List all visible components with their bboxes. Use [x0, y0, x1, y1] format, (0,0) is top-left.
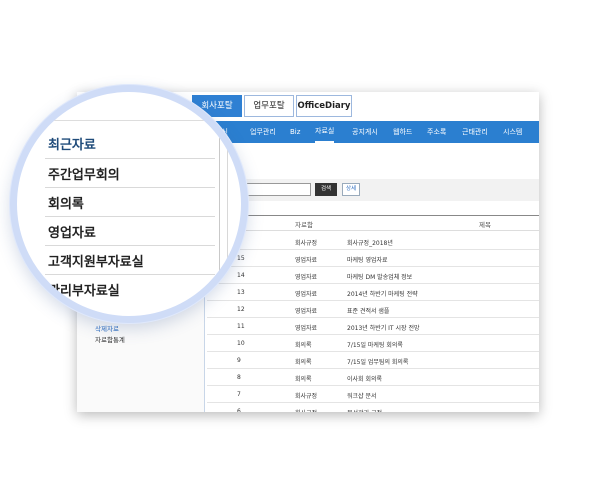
row-category: 영업자료 [295, 325, 318, 332]
magnified-item-recent[interactable]: 최근자료 [48, 134, 238, 153]
column-header-title: 제목 [479, 221, 491, 229]
nav-item-1[interactable]: 업무관리 [250, 121, 276, 143]
row-number: 6 [237, 408, 241, 412]
nav-item-4[interactable]: 공지게시 [352, 121, 378, 143]
divider [45, 216, 215, 217]
magnified-item-weekly-meeting[interactable]: 주간업무회의 [48, 164, 238, 183]
row-title[interactable]: 문서관리 규정 [347, 408, 382, 412]
row-category: 회의록 [295, 376, 312, 383]
row-title[interactable]: 마케팅 DM 발송업체 정보 [347, 272, 412, 281]
table-row[interactable]: 6 회사규정 문서관리 규정 [207, 403, 539, 412]
row-category: 영업자료 [295, 308, 318, 315]
row-category: 영업자료 [295, 257, 318, 264]
magnified-item-sales[interactable]: 영업자료 [48, 222, 238, 241]
table-row[interactable]: 15 영업자료 마케팅 영업자료 [207, 250, 539, 267]
nav-item-2[interactable]: Biz [290, 121, 300, 143]
magnifier-lens: 최근자료 주간업무회의 회의록 영업자료 고객지원부자료실 관리부자료실 [10, 85, 248, 323]
nav-item-7[interactable]: 근태관리 [462, 121, 488, 143]
row-title[interactable]: 표준 견적서 샘플 [347, 306, 389, 315]
row-title[interactable]: 이사회 회의록 [347, 374, 382, 383]
main-navbar: 동신 업무관리 Biz 자료실 공지게시 웹하드 주소록 근태관리 시스템 [207, 121, 539, 143]
table-row[interactable]: 8 회의록 이사회 회의록 [207, 369, 539, 386]
table-row[interactable]: 14 영업자료 마케팅 DM 발송업체 정보 [207, 267, 539, 284]
row-number: 11 [237, 323, 245, 330]
nav-item-5[interactable]: 웹하드 [393, 121, 412, 143]
row-category: 영업자료 [295, 291, 318, 298]
row-number: 10 [237, 340, 245, 347]
row-category: 영업자료 [295, 274, 318, 281]
sidebar-item-stats[interactable]: 자료함통계 [95, 334, 125, 344]
divider [45, 245, 215, 246]
table-row[interactable]: 7 회사규정 워크샵 문서 [207, 386, 539, 403]
sidebar-item-deleted[interactable]: 삭제자료 [95, 323, 119, 333]
magnified-item-admin[interactable]: 관리부자료실 [48, 280, 238, 299]
magnified-item-support[interactable]: 고객지원부자료실 [48, 251, 238, 270]
detail-search-button[interactable]: 상세 [342, 183, 360, 196]
column-header-category: 자료함 [295, 221, 313, 229]
row-title[interactable]: 2014년 하반기 마케팅 전략 [347, 289, 418, 298]
nav-item-8[interactable]: 시스템 [503, 121, 522, 143]
row-title[interactable]: 워크샵 문서 [347, 391, 377, 400]
row-number: 7 [237, 391, 241, 398]
row-category: 회사규정 [295, 393, 318, 400]
divider [45, 187, 215, 188]
row-title[interactable]: 2013년 하반기 IT 시장 전망 [347, 323, 420, 332]
table-row[interactable]: 11 영업자료 2013년 하반기 IT 시장 전망 [207, 318, 539, 335]
row-category: 회사규정 [295, 240, 318, 247]
divider [17, 120, 241, 121]
row-category: 회의록 [295, 359, 312, 366]
table-row[interactable]: 9 회의록 7/15일 업무팀의 회의록 [207, 352, 539, 369]
tab-office-diary[interactable]: OfficeDiary [296, 95, 352, 117]
row-title[interactable]: 7/15일 마케팅 회의록 [347, 340, 403, 349]
divider [45, 158, 215, 159]
row-number: 8 [237, 374, 241, 381]
row-title[interactable]: 마케팅 영업자료 [347, 255, 388, 264]
magnified-item-minutes[interactable]: 회의록 [48, 193, 238, 212]
row-title[interactable]: 회사규정_2018년 [347, 238, 393, 247]
row-category: 회의록 [295, 342, 312, 349]
tab-work-portal[interactable]: 업무포탈 [244, 95, 294, 117]
table-row[interactable]: 12 영업자료 표준 견적서 샘플 [207, 301, 539, 318]
divider [45, 274, 215, 275]
table-row[interactable]: 회사규정 회사규정_2018년 [207, 233, 539, 250]
nav-item-6[interactable]: 주소록 [427, 121, 446, 143]
nav-item-3[interactable]: 자료실 [315, 121, 335, 143]
magnified-sidebar: 최근자료 주간업무회의 회의록 영업자료 고객지원부자료실 관리부자료실 [17, 92, 241, 316]
row-number: 9 [237, 357, 241, 364]
table-row[interactable]: 13 영업자료 2014년 하반기 마케팅 전략 [207, 284, 539, 301]
search-button[interactable]: 검색 [315, 183, 337, 196]
table-header: 자료함 제목 [207, 215, 539, 231]
row-category: 회사규정 [295, 408, 317, 412]
table-row[interactable]: 10 회의록 7/15일 마케팅 회의록 [207, 335, 539, 352]
search-bar: 검색 상세 [207, 179, 539, 201]
row-title[interactable]: 7/15일 업무팀의 회의록 [347, 357, 408, 366]
main-content: 검색 상세 자료함 제목 회사규정 회사규정_2018년 15 영업자료 마케팅 영업자… [207, 143, 539, 412]
